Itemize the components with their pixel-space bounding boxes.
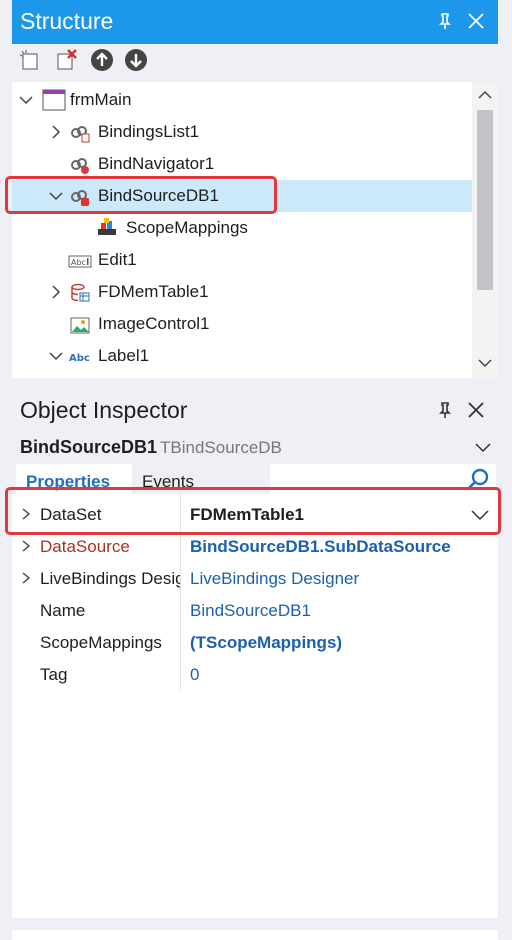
- bind-navigator-icon: [71, 158, 89, 174]
- move-down-icon[interactable]: [124, 48, 148, 72]
- tree-node-edit1[interactable]: Abc Edit1: [12, 244, 472, 276]
- tree-label: Edit1: [98, 250, 137, 269]
- tree-node-frmmain[interactable]: frmMain: [12, 84, 472, 116]
- delete-item-icon[interactable]: [54, 48, 78, 72]
- property-row-tag[interactable]: Tag 0: [12, 658, 498, 690]
- chevron-down-icon[interactable]: [48, 348, 64, 364]
- highlight-box-dataset: [5, 487, 501, 535]
- property-grid: DataSet FDMemTable1 DataSource BindSourc…: [12, 494, 498, 918]
- close-icon[interactable]: [465, 10, 487, 32]
- property-name: DataSource: [40, 537, 130, 556]
- tree-scrollbar[interactable]: [472, 82, 498, 378]
- property-name: ScopeMappings: [40, 633, 162, 652]
- property-row-livebindings-designer[interactable]: LiveBindings Designer LiveBindings Desig…: [12, 562, 498, 594]
- object-type: TBindSourceDB: [160, 438, 282, 457]
- structure-toolbar: [12, 44, 498, 78]
- chevron-down-icon[interactable]: [474, 440, 492, 454]
- close-icon[interactable]: [465, 399, 487, 421]
- tree-label: BindNavigator1: [98, 154, 215, 173]
- tree-node-bindingslist1[interactable]: BindingsList1: [12, 116, 472, 148]
- property-name: LiveBindings Designer: [40, 569, 180, 588]
- mem-table-icon: [71, 283, 90, 302]
- move-up-icon[interactable]: [90, 48, 114, 72]
- chevron-down-icon[interactable]: [18, 92, 34, 108]
- scroll-down-icon[interactable]: [477, 356, 493, 370]
- form-icon: [42, 89, 66, 111]
- svg-text:Abc: Abc: [69, 353, 90, 364]
- property-name: Name: [40, 601, 86, 620]
- property-value[interactable]: LiveBindings Designer: [190, 569, 359, 589]
- object-inspector-title: Object Inspector: [20, 397, 188, 423]
- object-name: BindSourceDB1: [20, 437, 158, 457]
- property-row-scopemappings[interactable]: ScopeMappings (TScopeMappings): [12, 626, 498, 658]
- bindings-list-icon: [71, 126, 90, 143]
- new-item-icon[interactable]: [18, 48, 42, 72]
- chevron-right-icon[interactable]: [48, 284, 64, 300]
- chevron-right-icon[interactable]: [20, 539, 32, 553]
- property-row-name[interactable]: Name BindSourceDB1: [12, 594, 498, 626]
- pin-icon[interactable]: [434, 10, 456, 32]
- property-value[interactable]: 0: [190, 665, 199, 685]
- svg-text:Abc: Abc: [71, 258, 86, 267]
- chevron-right-icon[interactable]: [48, 124, 64, 140]
- tree-node-imagecontrol1[interactable]: ImageControl1: [12, 308, 472, 340]
- structure-tree: frmMain BindingsList1 BindNavigator1 Bin…: [12, 82, 498, 378]
- tree-node-fdmemtable1[interactable]: FDMemTable1: [12, 276, 472, 308]
- object-selector[interactable]: BindSourceDB1 TBindSourceDB: [12, 430, 498, 464]
- highlight-box-tree-selection: [5, 176, 277, 214]
- property-name: Tag: [40, 665, 68, 684]
- tree-label: Label1: [98, 346, 150, 365]
- structure-title: Structure: [20, 8, 114, 34]
- property-value[interactable]: (TScopeMappings): [190, 633, 342, 653]
- tree-label: frmMain: [70, 90, 132, 109]
- tree-scroll-thumb[interactable]: [477, 110, 493, 290]
- edit-icon: Abc: [68, 255, 92, 268]
- scroll-up-icon[interactable]: [477, 88, 493, 102]
- pin-icon[interactable]: [434, 399, 456, 421]
- bottom-panel-edge: [12, 930, 498, 940]
- property-value[interactable]: BindSourceDB1: [190, 601, 311, 621]
- tree-node-scopemappings[interactable]: ScopeMappings: [12, 212, 472, 244]
- image-control-icon: [70, 317, 90, 334]
- tree-label: ScopeMappings: [126, 218, 248, 237]
- tree-label: ImageControl1: [98, 314, 210, 333]
- tree-label: FDMemTable1: [98, 282, 209, 301]
- tree-label: BindingsList1: [98, 122, 200, 141]
- object-inspector-titlebar: Object Inspector: [12, 390, 498, 430]
- property-value[interactable]: BindSourceDB1.SubDataSource: [190, 537, 451, 557]
- tree-node-label1[interactable]: Abc Label1: [12, 340, 472, 372]
- label-icon: Abc: [69, 353, 90, 364]
- structure-titlebar: Structure: [12, 0, 498, 44]
- chevron-right-icon[interactable]: [20, 571, 32, 585]
- scope-mappings-icon: [98, 218, 116, 235]
